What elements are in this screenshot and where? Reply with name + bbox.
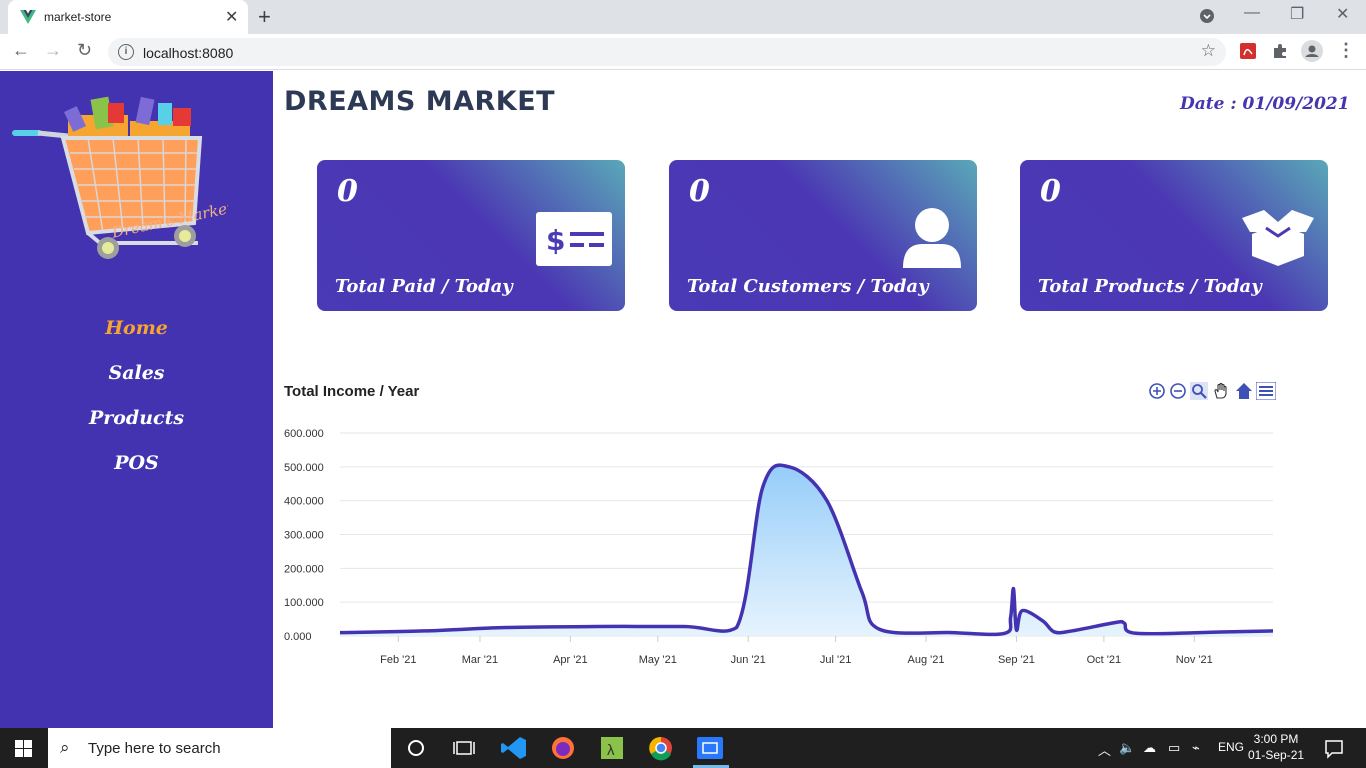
onedrive-cloud-icon[interactable]: ☁	[1143, 740, 1156, 756]
reset-home-icon[interactable]	[1235, 382, 1253, 400]
clock[interactable]: 3:00 PM 01-Sep-21	[1248, 731, 1304, 763]
tab-title: market-store	[44, 10, 112, 24]
close-tab-icon[interactable]: ✕	[225, 7, 238, 27]
new-tab-button[interactable]: +	[258, 4, 271, 30]
address-input[interactable]: i localhost:8080 ☆	[108, 38, 1226, 66]
y-tick-label: 0.000	[284, 631, 312, 643]
income-area-chart: 0.000 100.000 200.000 300.000 400.000 500.000…	[284, 428, 1274, 666]
reload-icon[interactable]: ↻	[77, 40, 92, 61]
vue-logo-icon	[20, 10, 36, 24]
task-view-icon[interactable]	[450, 734, 478, 762]
browser-menu-icon[interactable]: ⋮	[1337, 40, 1355, 61]
chart-x-axis: Feb '21 Mar '21 Apr '21 May '21 Jun '21 Jul '…	[380, 636, 1213, 666]
search-placeholder: Type here to search	[88, 740, 221, 757]
address-toolbar: ← → ↻ i localhost:8080 ☆ ⋮	[0, 34, 1366, 70]
y-tick-label: 400.000	[284, 496, 324, 508]
zoom-selection-icon[interactable]	[1190, 382, 1208, 400]
minimize-icon[interactable]: —	[1244, 4, 1260, 22]
user-icon	[903, 208, 961, 268]
x-tick-label: Aug '21	[908, 654, 945, 666]
language-indicator[interactable]: ENG	[1218, 740, 1244, 754]
bookmark-star-icon[interactable]: ☆	[1201, 41, 1216, 61]
volume-icon[interactable]: 🔈	[1119, 740, 1135, 756]
restore-icon[interactable]: ❐	[1290, 4, 1304, 24]
browser-tab[interactable]: market-store ✕	[8, 0, 248, 34]
nav-item-pos[interactable]: POS	[0, 452, 273, 474]
zoom-in-icon[interactable]	[1148, 382, 1166, 400]
y-tick-label: 300.000	[284, 530, 324, 542]
card-value: 0	[337, 174, 358, 209]
sidebar: Dream's Market Home Sales Products POS	[0, 71, 273, 728]
menu-icon[interactable]	[1256, 382, 1276, 400]
x-tick-label: Nov '21	[1176, 654, 1213, 666]
browser-tab-strip: market-store ✕ + — ❐ ✕	[0, 0, 1366, 34]
x-tick-label: Feb '21	[380, 654, 416, 666]
y-tick-label: 200.000	[284, 563, 324, 575]
windows-taskbar: ⌕ Type here to search λ ︿ 🔈 ☁ ▭ ⌁ ENG 3:…	[0, 728, 1366, 768]
card-value: 0	[689, 174, 710, 209]
profile-avatar-icon[interactable]	[1301, 40, 1323, 62]
svg-text:λ: λ	[607, 742, 615, 759]
y-tick-label: 600.000	[284, 428, 324, 440]
nav-item-sales[interactable]: Sales	[0, 362, 273, 384]
y-tick-label: 100.000	[284, 597, 324, 609]
forward-icon[interactable]: →	[44, 40, 62, 61]
card-label: Total Products / Today	[1038, 276, 1262, 297]
site-info-icon[interactable]: i	[118, 44, 134, 60]
brand-title: DREAMS MARKET	[284, 86, 556, 117]
url-text[interactable]: localhost:8080	[143, 45, 233, 61]
nav-item-products[interactable]: Products	[0, 407, 273, 429]
search-icon: ⌕	[60, 738, 70, 757]
clock-date: 01-Sep-21	[1248, 748, 1305, 762]
chrome-icon[interactable]	[647, 734, 675, 762]
zoom-out-icon[interactable]	[1169, 382, 1187, 400]
screen-capture-icon[interactable]	[696, 734, 724, 762]
dreams-market-logo: Dream's Market	[12, 96, 228, 259]
card-label: Total Paid / Today	[335, 276, 513, 297]
card-total-products: 0 Total Products / Today	[1020, 160, 1328, 311]
profile-dropdown-icon[interactable]	[1198, 7, 1216, 30]
taskbar-search-input[interactable]: ⌕ Type here to search	[48, 728, 391, 768]
nav-item-home[interactable]: Home	[0, 317, 273, 339]
firefox-icon[interactable]	[549, 734, 577, 762]
lambda-app-icon[interactable]: λ	[598, 734, 626, 762]
card-label: Total Customers / Today	[687, 276, 929, 297]
chart-y-axis: 0.000 100.000 200.000 300.000 400.000 500.000…	[284, 428, 324, 643]
vscode-icon[interactable]	[500, 734, 528, 762]
card-total-paid: 0 $ Total Paid / Today	[317, 160, 625, 311]
x-tick-label: Apr '21	[553, 654, 588, 666]
box-open-icon	[1242, 210, 1314, 266]
cortana-icon[interactable]	[402, 734, 430, 762]
show-hidden-icons-icon[interactable]: ︿	[1098, 740, 1111, 759]
income-area	[340, 465, 1273, 636]
x-tick-label: Sep '21	[998, 654, 1035, 666]
x-tick-label: May '21	[639, 654, 677, 666]
y-tick-label: 500.000	[284, 462, 324, 474]
card-value: 0	[1040, 174, 1061, 209]
x-tick-label: Mar '21	[462, 654, 498, 666]
extensions-puzzle-icon[interactable]	[1271, 42, 1289, 60]
x-tick-label: Jun '21	[731, 654, 766, 666]
clock-time: 3:00 PM	[1253, 732, 1299, 746]
x-tick-label: Oct '21	[1087, 654, 1122, 666]
pan-hand-icon[interactable]	[1212, 382, 1230, 400]
card-total-customers: 0 Total Customers / Today	[669, 160, 977, 311]
x-tick-label: Jul '21	[820, 654, 851, 666]
notifications-icon[interactable]	[1320, 734, 1348, 762]
chart-title: Total Income / Year	[284, 383, 420, 400]
close-window-icon[interactable]: ✕	[1336, 4, 1349, 24]
current-date: Date : 01/09/2021	[1180, 94, 1350, 114]
network-icon[interactable]: ⌁	[1192, 740, 1200, 756]
battery-icon[interactable]: ▭	[1168, 740, 1180, 756]
money-check-icon: $	[536, 212, 612, 266]
windows-start-icon[interactable]	[15, 740, 32, 757]
svg-text:$: $	[546, 224, 565, 257]
pdf-extension-icon[interactable]	[1239, 42, 1257, 60]
back-icon[interactable]: ←	[12, 40, 30, 61]
